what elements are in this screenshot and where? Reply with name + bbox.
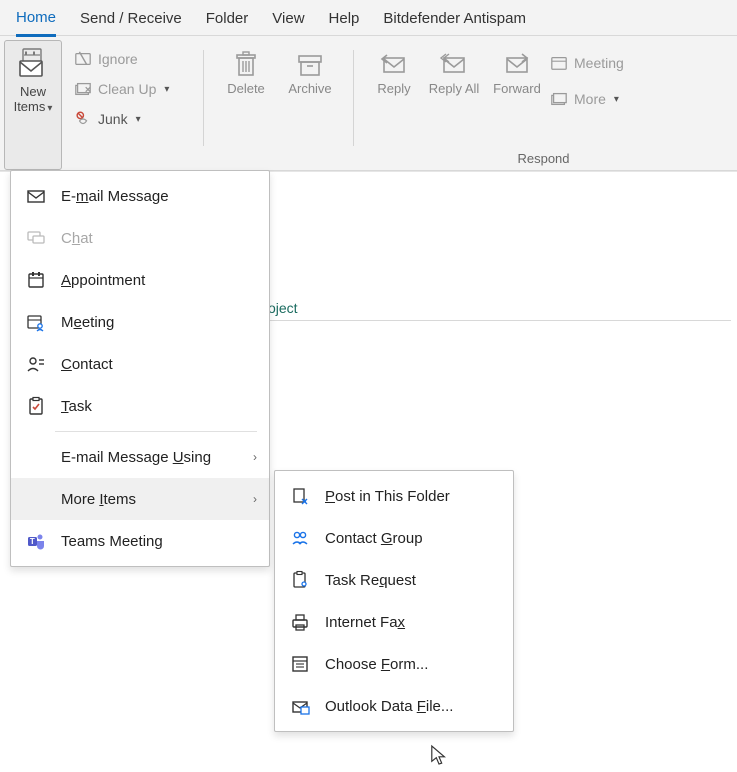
chevron-right-icon: › bbox=[253, 450, 257, 464]
menu-teams-meeting-label: Teams Meeting bbox=[61, 533, 257, 550]
ribbon-tabbar: Home Send / Receive Folder View Help Bit… bbox=[0, 0, 737, 36]
menu-more-items[interactable]: More Items › bbox=[11, 478, 269, 520]
submenu-task-request-label: Task Request bbox=[325, 572, 501, 589]
submenu-choose-form[interactable]: Choose Form... bbox=[275, 643, 513, 685]
submenu-internet-fax-label: Internet Fax bbox=[325, 614, 501, 631]
ribbon-group-delete: Ignore Clean Up▾ Junk▾ bbox=[64, 40, 204, 170]
menu-task[interactable]: Task bbox=[11, 385, 269, 427]
envelope-icon bbox=[25, 185, 47, 207]
tab-folder[interactable]: Folder bbox=[206, 6, 249, 35]
more-items-submenu: Post in This Folder Contact Group Task R… bbox=[274, 470, 514, 732]
new-items-icon bbox=[16, 47, 50, 81]
menu-contact-label: Contact bbox=[61, 356, 257, 373]
menu-meeting-label: Meeting bbox=[61, 314, 257, 331]
meeting-button[interactable]: Meeting bbox=[550, 48, 624, 78]
post-icon bbox=[289, 485, 311, 507]
tab-help[interactable]: Help bbox=[329, 6, 360, 35]
menu-meeting[interactable]: Meeting bbox=[11, 301, 269, 343]
tab-home[interactable]: Home bbox=[16, 5, 56, 37]
tab-bitdefender-antispam[interactable]: Bitdefender Antispam bbox=[383, 6, 526, 35]
more-respond-button[interactable]: More▾ bbox=[550, 84, 624, 114]
contact-group-icon bbox=[289, 527, 311, 549]
new-items-label: New Items▾ bbox=[14, 85, 53, 115]
submenu-internet-fax[interactable]: Internet Fax bbox=[275, 601, 513, 643]
partial-header-text: oject bbox=[268, 300, 298, 316]
task-request-icon bbox=[289, 569, 311, 591]
submenu-task-request[interactable]: Task Request bbox=[275, 559, 513, 601]
submenu-outlook-data-file-label: Outlook Data File... bbox=[325, 698, 501, 715]
menu-contact[interactable]: Contact bbox=[11, 343, 269, 385]
junk-button[interactable]: Junk▾ bbox=[74, 104, 194, 134]
menu-chat-label: Chat bbox=[61, 230, 257, 247]
submenu-contact-group[interactable]: Contact Group bbox=[275, 517, 513, 559]
chevron-down-icon: ▾ bbox=[47, 103, 52, 114]
submenu-post-label: Post in This Folder bbox=[325, 488, 501, 505]
menu-chat: Chat bbox=[11, 217, 269, 259]
menu-email-message-using-label: E-mail Message Using bbox=[61, 449, 239, 466]
menu-email-message[interactable]: E-mail Message bbox=[11, 175, 269, 217]
menu-appointment-label: Appointment bbox=[61, 272, 257, 289]
task-icon bbox=[25, 395, 47, 417]
archive-button[interactable]: Archive bbox=[278, 44, 342, 100]
menu-more-items-label: More Items bbox=[61, 491, 239, 508]
submenu-post-in-folder[interactable]: Post in This Folder bbox=[275, 475, 513, 517]
ignore-button[interactable]: Ignore bbox=[74, 44, 194, 74]
respond-group-label: Respond bbox=[354, 151, 733, 166]
menu-teams-meeting[interactable]: T Teams Meeting bbox=[11, 520, 269, 562]
clean-up-button[interactable]: Clean Up▾ bbox=[74, 74, 194, 104]
reply-button[interactable]: Reply bbox=[364, 44, 424, 114]
new-items-button[interactable]: New Items▾ bbox=[4, 40, 62, 170]
calendar-icon bbox=[25, 269, 47, 291]
teams-icon: T bbox=[25, 530, 47, 552]
contact-icon bbox=[25, 353, 47, 375]
content-divider bbox=[268, 320, 731, 321]
menu-appointment[interactable]: Appointment bbox=[11, 259, 269, 301]
submenu-outlook-data-file[interactable]: Outlook Data File... bbox=[275, 685, 513, 727]
new-items-menu: E-mail Message Chat Appointment Meeting … bbox=[10, 170, 270, 567]
menu-email-message-label: E-mail Message bbox=[61, 188, 257, 205]
ribbon: New Items▾ Ignore Clean Up▾ Junk▾ Delete bbox=[0, 36, 737, 171]
fax-icon bbox=[289, 611, 311, 633]
menu-email-message-using[interactable]: E-mail Message Using › bbox=[11, 436, 269, 478]
submenu-contact-group-label: Contact Group bbox=[325, 530, 501, 547]
delete-button[interactable]: Delete bbox=[214, 44, 278, 100]
forward-button[interactable]: Forward bbox=[484, 44, 550, 114]
reply-all-button[interactable]: Reply All bbox=[424, 44, 484, 114]
submenu-choose-form-label: Choose Form... bbox=[325, 656, 501, 673]
calendar-people-icon bbox=[25, 311, 47, 333]
tab-view[interactable]: View bbox=[272, 6, 304, 35]
ribbon-group-delete-archive: Delete Archive bbox=[204, 40, 354, 170]
svg-text:T: T bbox=[30, 537, 35, 546]
menu-task-label: Task bbox=[61, 398, 257, 415]
tab-send-receive[interactable]: Send / Receive bbox=[80, 6, 182, 35]
form-icon bbox=[289, 653, 311, 675]
reply-all-label: Reply All bbox=[429, 82, 480, 96]
data-file-icon bbox=[289, 695, 311, 717]
chevron-right-icon: › bbox=[253, 492, 257, 506]
chat-icon bbox=[25, 227, 47, 249]
ribbon-group-respond: Reply Reply All Forward Meeting More▾ bbox=[354, 40, 733, 170]
menu-separator bbox=[55, 431, 257, 432]
